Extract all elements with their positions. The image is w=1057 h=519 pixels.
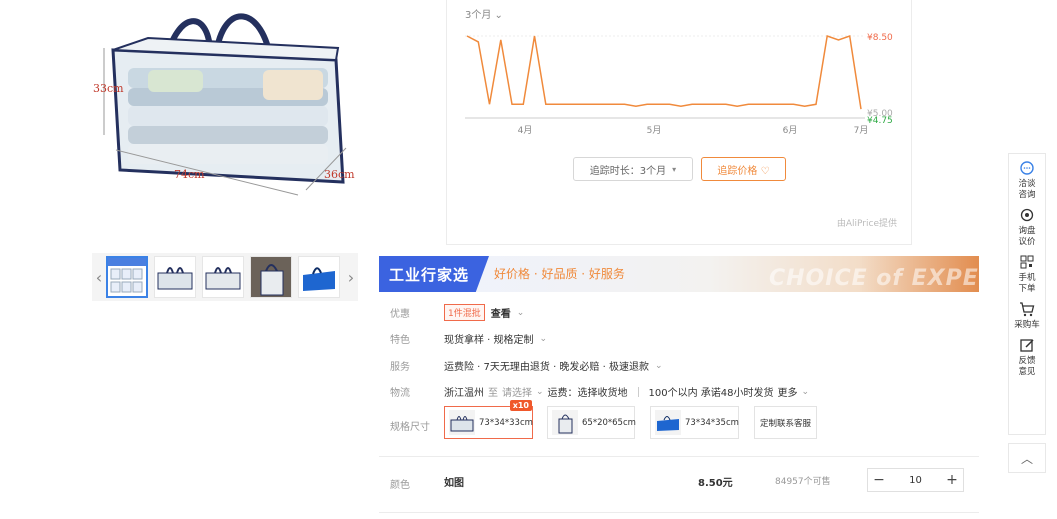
sidebar-item-feedback[interactable]: 反馈 意见	[1009, 331, 1045, 378]
sidebar-item-mobile-order[interactable]: 手机 下单	[1009, 248, 1045, 295]
feature-row: 特色 现货拿样 · 规格定制 ⌄	[390, 331, 548, 347]
feedback-icon	[1020, 339, 1034, 352]
service-value[interactable]: 运费险 · 7天无理由退货 · 晚发必赔 · 极速退款	[444, 358, 649, 373]
color-value: 如图	[444, 478, 464, 489]
price-series-line	[466, 34, 862, 110]
quantity-decrease-button[interactable]: −	[868, 472, 890, 488]
logistics-row: 物流 浙江温州 至 请选择 ⌄ 运费：选择收货地 100个以内 承诺48小时发货…	[390, 384, 809, 399]
qrcode-icon	[1020, 255, 1034, 269]
discount-tag: 1件混批	[444, 304, 485, 321]
chevron-down-icon: ⌄	[539, 333, 548, 344]
chart-min-price-label: ¥4.75	[867, 116, 893, 126]
chart-x-tick-label: 7月	[854, 125, 869, 136]
divider	[637, 386, 639, 397]
banner-badge: 工业行家选	[379, 256, 489, 292]
spec-option-custom[interactable]: 定制联系客服	[754, 406, 817, 439]
unit-price: 8.50元	[698, 478, 733, 489]
discount-row: 优惠 1件混批 查看 ⌄	[390, 304, 524, 321]
product-page: 33cm 74cm 36cm ‹ › 3个月 ⌄ 4月 5月 6月 7月 ¥8.…	[0, 0, 1057, 519]
thumbnail-strip: ‹ ›	[92, 253, 358, 301]
sidebar-item-label: 反馈 意见	[1018, 356, 1036, 377]
sidebar-item-label: 洽谈 咨询	[1018, 179, 1036, 200]
service-label: 服务	[390, 362, 410, 373]
service-row: 服务 运费险 · 7天无理由退货 · 晚发必赔 · 极速退款 ⌄	[390, 358, 663, 374]
product-main-image[interactable]: 33cm 74cm 36cm	[88, 0, 360, 205]
thumbnail-prev-button[interactable]: ‹	[92, 253, 106, 301]
discount-view-link[interactable]: 查看	[491, 305, 511, 320]
dimension-width-label: 74cm	[174, 168, 205, 181]
divider	[379, 456, 979, 457]
thumbnail-3[interactable]	[202, 256, 244, 298]
sidebar-item-label: 手机 下单	[1018, 273, 1036, 294]
sidebar-item-label: 询盘 议价	[1018, 226, 1036, 247]
feature-label: 特色	[390, 335, 410, 346]
quantity-stepper: − 10 +	[867, 468, 964, 492]
dimension-height-label: 33cm	[93, 82, 124, 95]
spec-option-3[interactable]: 73*34*35cm	[650, 406, 739, 439]
spec-option-label: 65*20*65cm	[582, 417, 636, 428]
quantity-increase-button[interactable]: +	[941, 472, 963, 488]
cart-icon	[1020, 302, 1035, 317]
delivery-promise: 100个以内 承诺48小时发货	[648, 388, 774, 399]
chart-x-tick-label: 6月	[783, 125, 798, 136]
discount-label: 优惠	[390, 309, 410, 320]
dimension-depth-label: 36cm	[324, 168, 355, 181]
sidebar-item-bargain[interactable]: 询盘 议价	[1009, 201, 1045, 248]
price-history-chart: 4月 5月 6月 7月 ¥8.50 ¥5.00 ¥4.75	[465, 33, 893, 136]
expert-choice-banner: 工业行家选 好价格 · 好品质 · 好服务 CHOICE of EXPERT	[379, 256, 979, 292]
chart-provider: 由AliPrice提供	[836, 219, 897, 229]
spec-option-label: 定制联系客服	[759, 418, 811, 429]
chart-x-tick-label: 4月	[518, 125, 533, 136]
bargain-icon	[1020, 208, 1034, 222]
destination-select[interactable]: 请选择	[502, 384, 532, 399]
chevron-down-icon: ⌄	[801, 386, 810, 397]
banner-english-text: CHOICE of EXPERT	[769, 266, 979, 291]
thumbnail-next-button[interactable]: ›	[344, 253, 358, 301]
chart-x-tick-label: 5月	[647, 125, 662, 136]
thumbnail-1[interactable]	[106, 256, 148, 298]
chevron-down-icon: ⌄	[516, 307, 525, 318]
track-price-button[interactable]: 追踪价格 ♡	[701, 157, 786, 181]
spec-option-thumbnail	[552, 410, 578, 435]
chevron-down-icon: ▾	[672, 164, 677, 174]
right-toolbar: 洽谈 咨询 询盘 议价 手机 下单 采购车 反馈 意见	[1008, 153, 1046, 435]
feature-value[interactable]: 现货拿样 · 规格定制	[444, 331, 534, 346]
sidebar-item-cart[interactable]: 采购车	[1009, 295, 1045, 331]
chevron-down-icon: ⌄	[536, 386, 544, 397]
stock-count: 84957个可售	[775, 477, 831, 487]
spec-option-thumbnail	[655, 410, 681, 435]
spec-option-label: 73*34*33cm	[479, 417, 533, 428]
chart-max-price-label: ¥8.50	[867, 33, 893, 43]
spec-row: 规格尺寸	[390, 418, 444, 433]
logistics-to: 至	[488, 388, 498, 399]
chevron-down-icon: ⌄	[654, 360, 663, 371]
sidebar-item-label: 采购车	[1014, 320, 1040, 330]
spec-option-label: 73*34*35cm	[685, 417, 739, 428]
divider	[379, 512, 979, 513]
spec-option-2[interactable]: 65*20*65cm	[547, 406, 636, 439]
back-to-top-button[interactable]: ︿	[1008, 443, 1046, 473]
logistics-more-link[interactable]: 更多	[778, 384, 798, 399]
banner-slogan: 好价格 · 好品质 · 好服务	[494, 267, 625, 281]
track-duration-select[interactable]: 追踪时长：3个月 ▾	[573, 157, 693, 181]
chat-icon	[1020, 161, 1034, 175]
shipping-fee: 运费：选择收货地	[547, 388, 628, 399]
color-label: 颜色	[390, 480, 410, 491]
quantity-input[interactable]: 10	[909, 475, 922, 486]
thumbnail-5[interactable]	[298, 256, 340, 298]
price-history-panel: 3个月 ⌄ 4月 5月 6月 7月 ¥8.50 ¥5.00 ¥4.75 追踪时长：3个…	[446, 0, 912, 245]
track-duration-label: 追踪时长：3个月	[589, 165, 667, 177]
logistics-origin: 浙江温州	[444, 388, 484, 399]
spec-option-1[interactable]: 73*34*33cm x10	[444, 400, 533, 439]
quantity-badge: x10	[509, 400, 532, 411]
sidebar-item-chat[interactable]: 洽谈 咨询	[1009, 154, 1045, 201]
spec-label: 规格尺寸	[390, 422, 430, 433]
logistics-label: 物流	[390, 388, 410, 399]
spec-option-thumbnail	[449, 410, 475, 435]
thumbnail-4[interactable]	[250, 256, 292, 298]
thumbnail-2[interactable]	[154, 256, 196, 298]
